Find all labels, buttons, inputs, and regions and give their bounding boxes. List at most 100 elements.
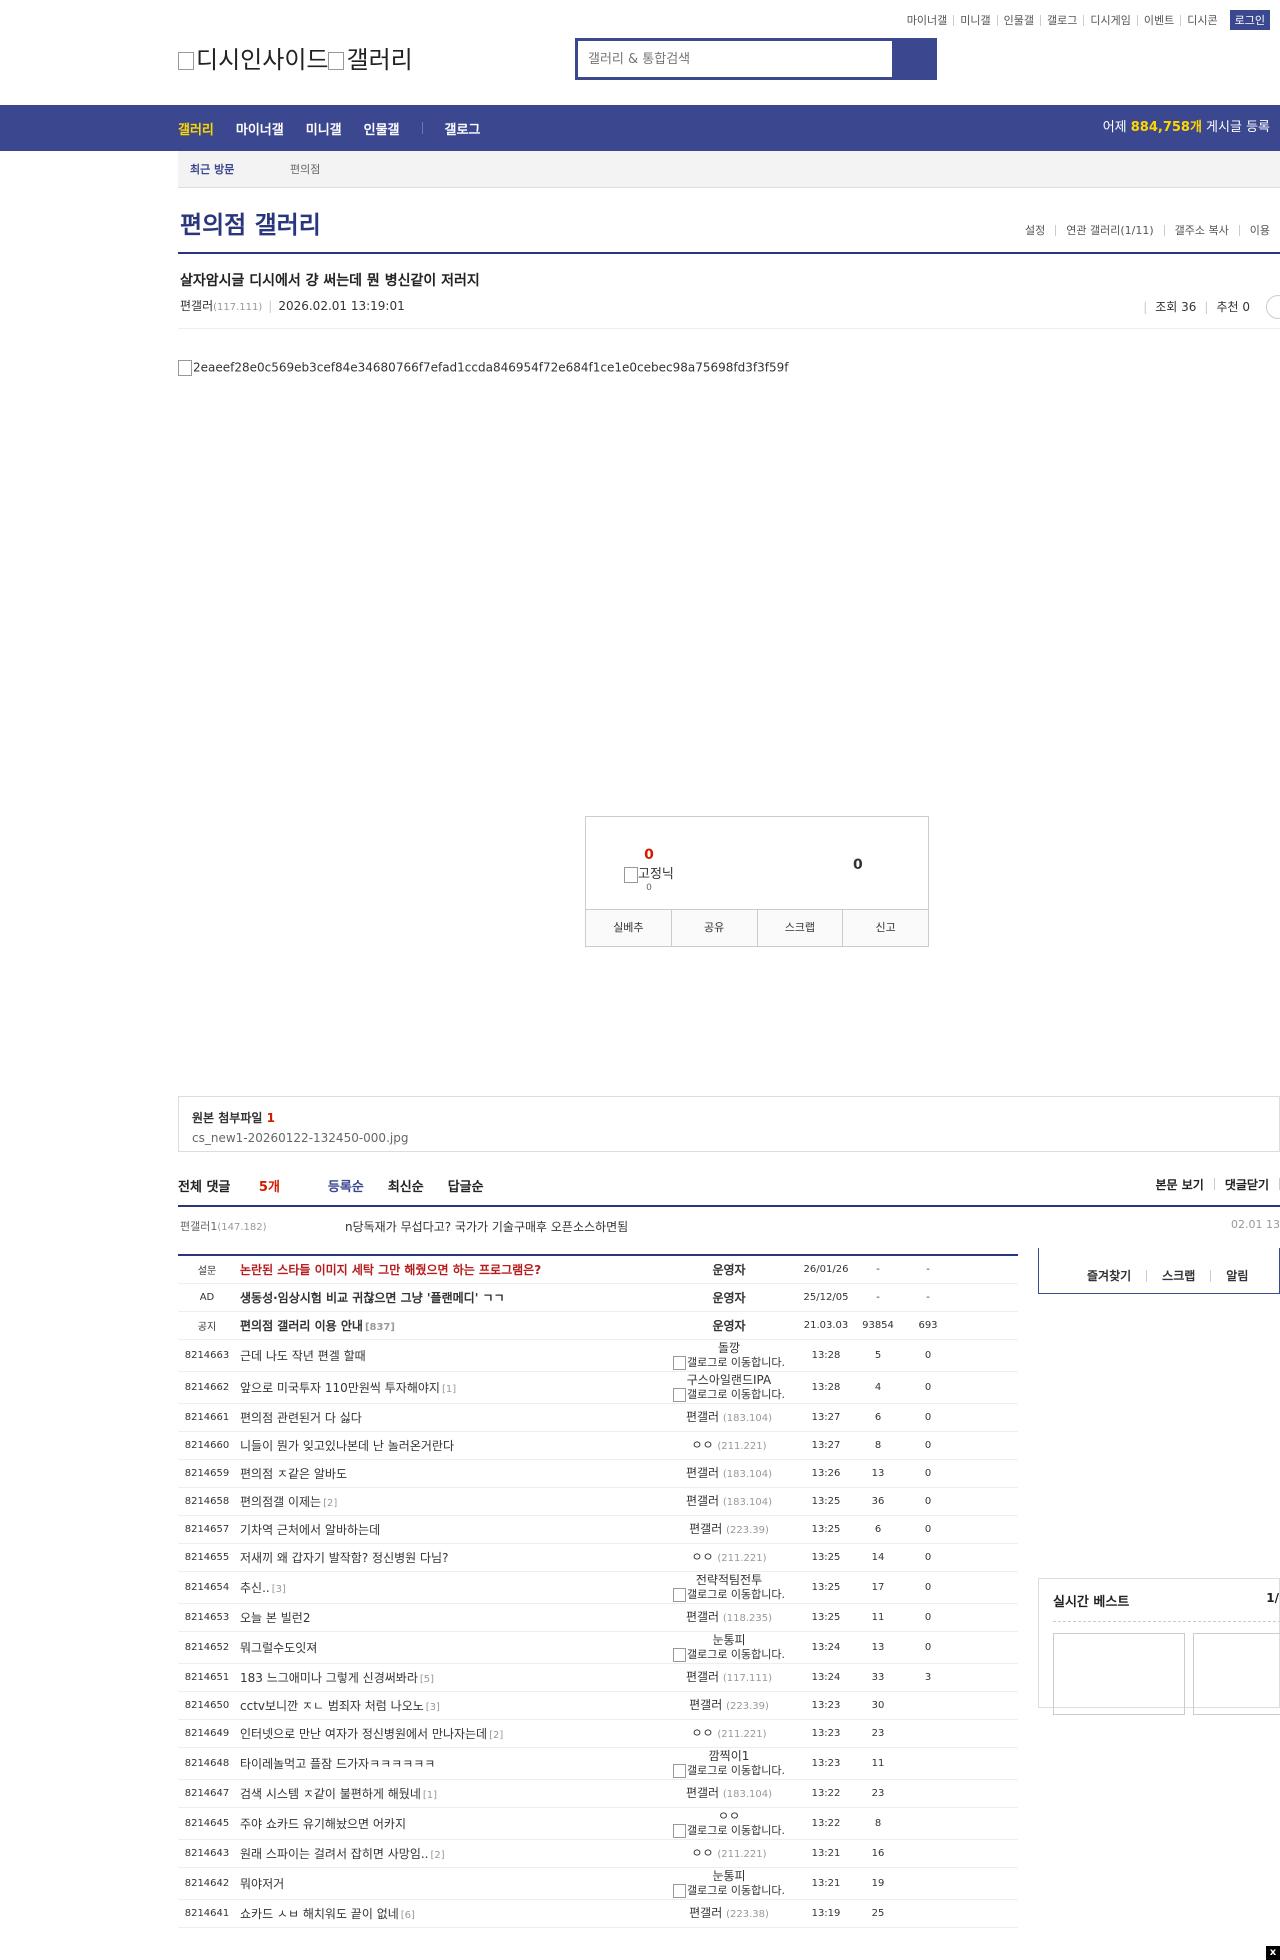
post-writer[interactable]: 편갤러 (118.235) — [660, 1610, 798, 1626]
table-row[interactable]: 8214660 니들이 뭔가 잊고있나본데 난 놀러온거란다 ㅇㅇ (211.221… — [178, 1432, 1018, 1460]
gnb-item-person[interactable]: 인물갤 — [364, 119, 400, 138]
post-link[interactable]: 오늘 본 빌런2 — [236, 1609, 660, 1626]
post-writer[interactable]: 편갤러 (223.39) — [660, 1522, 798, 1538]
post-link[interactable]: 인터넷으로 만난 여자가 정신병원에서 만나자는데 [2] — [236, 1725, 660, 1742]
table-row[interactable]: 8214662 앞으로 미국투자 110만원씩 투자해야지 [1] 구스아일랜드IPA… — [178, 1372, 1018, 1404]
post-link[interactable]: 기차역 근처에서 알바하는데 — [236, 1521, 660, 1538]
gnb-item-gallery[interactable]: 갤러리 — [178, 119, 214, 138]
notification-button[interactable]: 알림 — [1210, 1270, 1263, 1282]
realtime-best-thumbnail[interactable] — [1053, 1633, 1185, 1715]
table-row[interactable]: 8214651 183 느그애미나 그렇게 신경써봐라 [5] 편갤러 (117.11… — [178, 1664, 1018, 1692]
gnb-item-gallog[interactable]: 갤로그 — [445, 119, 481, 138]
table-row[interactable]: 8214661 편의점 관련된거 다 싫다 편갤러 (183.104) 13:27 6 0 — [178, 1404, 1018, 1432]
gallog-link[interactable]: 갤로그로 이동합니다. — [672, 1884, 785, 1898]
top-link-mini[interactable]: 미니갤 — [953, 14, 996, 26]
top-link-person[interactable]: 인물갤 — [996, 14, 1040, 26]
post-writer[interactable]: 운영자 — [660, 1291, 798, 1305]
table-row[interactable]: 8214659 편의점 ㅈ같은 알바도 편갤러 (183.104) 13:26 13 0 — [178, 1460, 1018, 1488]
side-scrap-button[interactable]: 스크랩 — [1146, 1270, 1210, 1282]
post-writer[interactable]: 전략적팀전투 갤로그로 이동합니다. — [660, 1573, 798, 1602]
table-row[interactable]: 8214652 뭐그럴수도잇져 눈통피 갤로그로 이동합니다. 13:24 13 0 — [178, 1632, 1018, 1664]
attachment-file[interactable]: cs_new1-20260122-132450-000.jpg — [192, 1131, 1266, 1145]
top-link-event[interactable]: 이벤트 — [1136, 14, 1180, 26]
usage-button[interactable]: 이용 — [1238, 225, 1280, 236]
report-button[interactable]: 신고 — [842, 910, 928, 946]
more-options-button[interactable] — [1266, 295, 1280, 319]
table-row[interactable]: 8214642 뭐야저거 눈통피 갤로그로 이동합니다. 13:21 19 — [178, 1868, 1018, 1900]
table-row[interactable]: 8214657 기차역 근처에서 알바하는데 편갤러 (223.39) 13:25 6 0 — [178, 1516, 1018, 1544]
sort-reply[interactable]: 답글순 — [448, 1176, 484, 1195]
view-body-button[interactable]: 본문 보기 — [1145, 1176, 1213, 1193]
gnb-item-minor[interactable]: 마이너갤 — [236, 119, 284, 138]
table-row[interactable]: 8214663 근데 나도 작년 편겔 할때 돌깡 갤로그로 이동합니다. 13:28 5… — [178, 1340, 1018, 1372]
close-button[interactable]: x — [1266, 1946, 1280, 1960]
gallog-link[interactable]: 갤로그로 이동합니다. — [672, 1764, 785, 1778]
post-writer[interactable]: ㅇㅇ (211.221) — [660, 1438, 798, 1454]
post-link[interactable]: 편의점갤 이제는 [2] — [236, 1493, 660, 1510]
post-image[interactable]: 2eaeef28e0c569eb3cef84e34680766f7efad1cc… — [178, 360, 788, 376]
post-link[interactable]: 논란된 스타들 이미지 세탁 그만 해줬으면 하는 프로그램은? — [236, 1261, 660, 1278]
table-row[interactable]: 8214649 인터넷으로 만난 여자가 정신병원에서 만나자는데 [2] ㅇㅇ (2… — [178, 1720, 1018, 1748]
gallog-link[interactable]: 갤로그로 이동합니다. — [672, 1588, 785, 1602]
gallery-title[interactable]: 편의점 갤러리 — [180, 205, 321, 240]
table-row[interactable]: 공지 편의점 갤러리 이용 안내 [837] 운영자 21.03.03 93854 693 — [178, 1312, 1018, 1340]
table-row[interactable]: 8214655 저새끼 왜 갑자기 발작함? 정신병원 다님? ㅇㅇ (211.22… — [178, 1544, 1018, 1572]
post-link[interactable]: 편의점 관련된거 다 싫다 — [236, 1409, 660, 1426]
post-writer[interactable]: 편갤러 (183.104) — [660, 1786, 798, 1802]
post-link[interactable]: 원래 스파이는 걸려서 잡히면 사망임.. [2] — [236, 1845, 660, 1862]
table-row[interactable]: 8214654 추신.. [3] 전략적팀전투 갤로그로 이동합니다. 13:25 17 0 — [178, 1572, 1018, 1604]
table-row[interactable]: 8214650 cctv보니깐 ㅈㄴ 범죄자 처럼 나오노 [3] 편갤러 (223.… — [178, 1692, 1018, 1720]
top-link-minor[interactable]: 마이너갤 — [901, 15, 953, 26]
table-row[interactable]: 8214645 주야 쇼카드 유기해놨으면 어카지 ㅇㅇ 갤로그로 이동합니다. 13:… — [178, 1808, 1018, 1840]
gallog-link[interactable]: 갤로그로 이동합니다. — [672, 1824, 785, 1838]
post-link[interactable]: 근데 나도 작년 편겔 할때 — [236, 1347, 660, 1364]
top-link-game[interactable]: 디시게임 — [1083, 14, 1136, 26]
search-input[interactable] — [578, 41, 892, 77]
post-writer[interactable]: 깜찍이1 갤로그로 이동합니다. — [660, 1749, 798, 1778]
gallog-link[interactable]: 갤로그로 이동합니다. — [672, 1356, 785, 1370]
share-button[interactable]: 공유 — [670, 910, 757, 946]
sort-registered[interactable]: 등록순 — [328, 1176, 364, 1195]
best-recommend-button[interactable]: 실베추 — [586, 910, 671, 946]
close-comments-button[interactable]: 댓글닫기 — [1215, 1176, 1279, 1193]
post-link[interactable]: cctv보니깐 ㅈㄴ 범죄자 처럼 나오노 [3] — [236, 1697, 660, 1714]
post-writer[interactable]: 눈통피 갤로그로 이동합니다. — [660, 1869, 798, 1898]
post-link[interactable]: 뭐그럴수도잇져 — [236, 1639, 660, 1656]
realtime-best-thumbnail[interactable] — [1193, 1633, 1280, 1715]
post-writer[interactable]: 편갤러 (117.111) — [660, 1670, 798, 1686]
gallog-link[interactable]: 갤로그로 이동합니다. — [672, 1648, 785, 1662]
related-gallery-button[interactable]: 연관 갤러리(1/11) — [1055, 225, 1163, 236]
post-writer[interactable]: 편갤러 (183.104) — [660, 1466, 798, 1482]
gnb-item-mini[interactable]: 미니갤 — [306, 119, 342, 138]
post-link[interactable]: 편의점 갤러리 이용 안내 [837] — [236, 1317, 660, 1334]
post-writer[interactable]: 눈통피 갤로그로 이동합니다. — [660, 1633, 798, 1662]
login-button[interactable]: 로그인 — [1229, 10, 1270, 30]
post-writer[interactable]: 구스아일랜드IPA 갤로그로 이동합니다. — [660, 1373, 798, 1402]
post-link[interactable]: 편의점 ㅈ같은 알바도 — [236, 1465, 660, 1482]
scrap-button[interactable]: 스크랩 — [756, 910, 843, 946]
gallog-link[interactable]: 갤로그로 이동합니다. — [672, 1388, 785, 1402]
post-writer[interactable]: 운영자 — [660, 1319, 798, 1333]
table-row[interactable]: 8214653 오늘 본 빌런2 편갤러 (118.235) 13:25 11 0 — [178, 1604, 1018, 1632]
post-writer[interactable]: 돌깡 갤로그로 이동합니다. — [660, 1341, 798, 1370]
top-link-dccon[interactable]: 디시콘 — [1180, 14, 1223, 26]
post-link[interactable]: 쇼카드 ㅅㅂ 해치워도 끝이 없네 [6] — [236, 1905, 660, 1922]
post-link[interactable]: 뭐야저거 — [236, 1875, 660, 1892]
post-writer[interactable]: 편갤러 (223.38) — [660, 1906, 798, 1922]
post-writer[interactable]: ㅇㅇ (211.221) — [660, 1726, 798, 1742]
post-writer[interactable]: ㅇㅇ 갤로그로 이동합니다. — [660, 1809, 798, 1838]
table-row[interactable]: AD 생동성·임상시험 비교 귀찮으면 그냥 '플랜메디' ㄱㄱ 운영자 25/12/… — [178, 1284, 1018, 1312]
post-link[interactable]: 주야 쇼카드 유기해놨으면 어카지 — [236, 1815, 660, 1832]
table-row[interactable]: 8214647 검색 시스템 ㅈ같이 불편하게 해뒀네 [1] 편갤러 (183.10… — [178, 1780, 1018, 1808]
table-row[interactable]: 8214658 편의점갤 이제는 [2] 편갤러 (183.104) 13:25 36 0 — [178, 1488, 1018, 1516]
site-logo[interactable]: 디시인사이드 갤러리 — [178, 40, 413, 75]
post-link[interactable]: 183 느그애미나 그렇게 신경써봐라 [5] — [236, 1669, 660, 1686]
recommend-up[interactable]: 0 고정닉 0 — [624, 847, 674, 893]
top-link-gallog[interactable]: 갤로그 — [1040, 14, 1083, 26]
sort-latest[interactable]: 최신순 — [388, 1176, 424, 1195]
post-writer[interactable]: ㅇㅇ (211.221) — [660, 1846, 798, 1862]
search-button[interactable] — [892, 41, 934, 77]
post-writer[interactable]: ㅇㅇ (211.221) — [660, 1550, 798, 1566]
post-link[interactable]: 니들이 뭔가 잊고있나본데 난 놀러온거란다 — [236, 1437, 660, 1454]
post-link[interactable]: 추신.. [3] — [236, 1579, 660, 1596]
